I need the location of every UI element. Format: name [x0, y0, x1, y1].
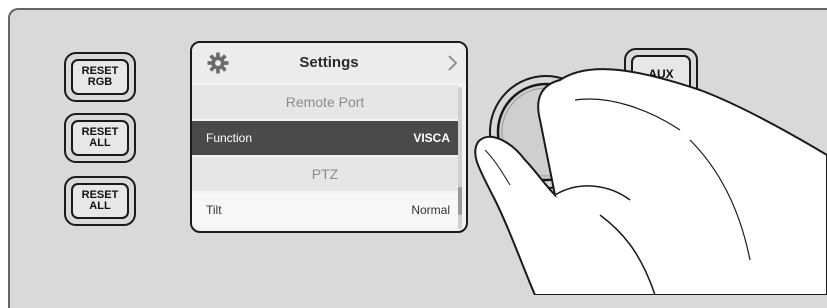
section-remote-port: Remote Port	[192, 85, 458, 119]
lcd-screen: Settings Remote Port Function VISCA PTZ …	[190, 41, 468, 233]
setting-row-tilt[interactable]: Tilt Normal	[192, 193, 458, 227]
setting-label: Tilt	[206, 203, 222, 217]
reset-all-label: RESET ALL	[71, 120, 129, 156]
section-ptz: PTZ	[192, 157, 458, 191]
reset-rgb-button[interactable]: RESET RGB	[64, 52, 136, 102]
reset-all-button-2[interactable]: RESET ALL	[64, 176, 136, 226]
setting-label: Function	[206, 131, 253, 145]
setting-row-function[interactable]: Function VISCA	[192, 121, 458, 155]
hand-illustration	[474, 68, 827, 295]
reset-all-label-2: RESET ALL	[71, 183, 129, 219]
reset-rgb-label: RESET RGB	[71, 59, 129, 95]
lcd-title: Settings	[299, 54, 359, 71]
reset-all-button[interactable]: RESET ALL	[64, 113, 136, 163]
lcd-header: Settings	[192, 43, 466, 83]
